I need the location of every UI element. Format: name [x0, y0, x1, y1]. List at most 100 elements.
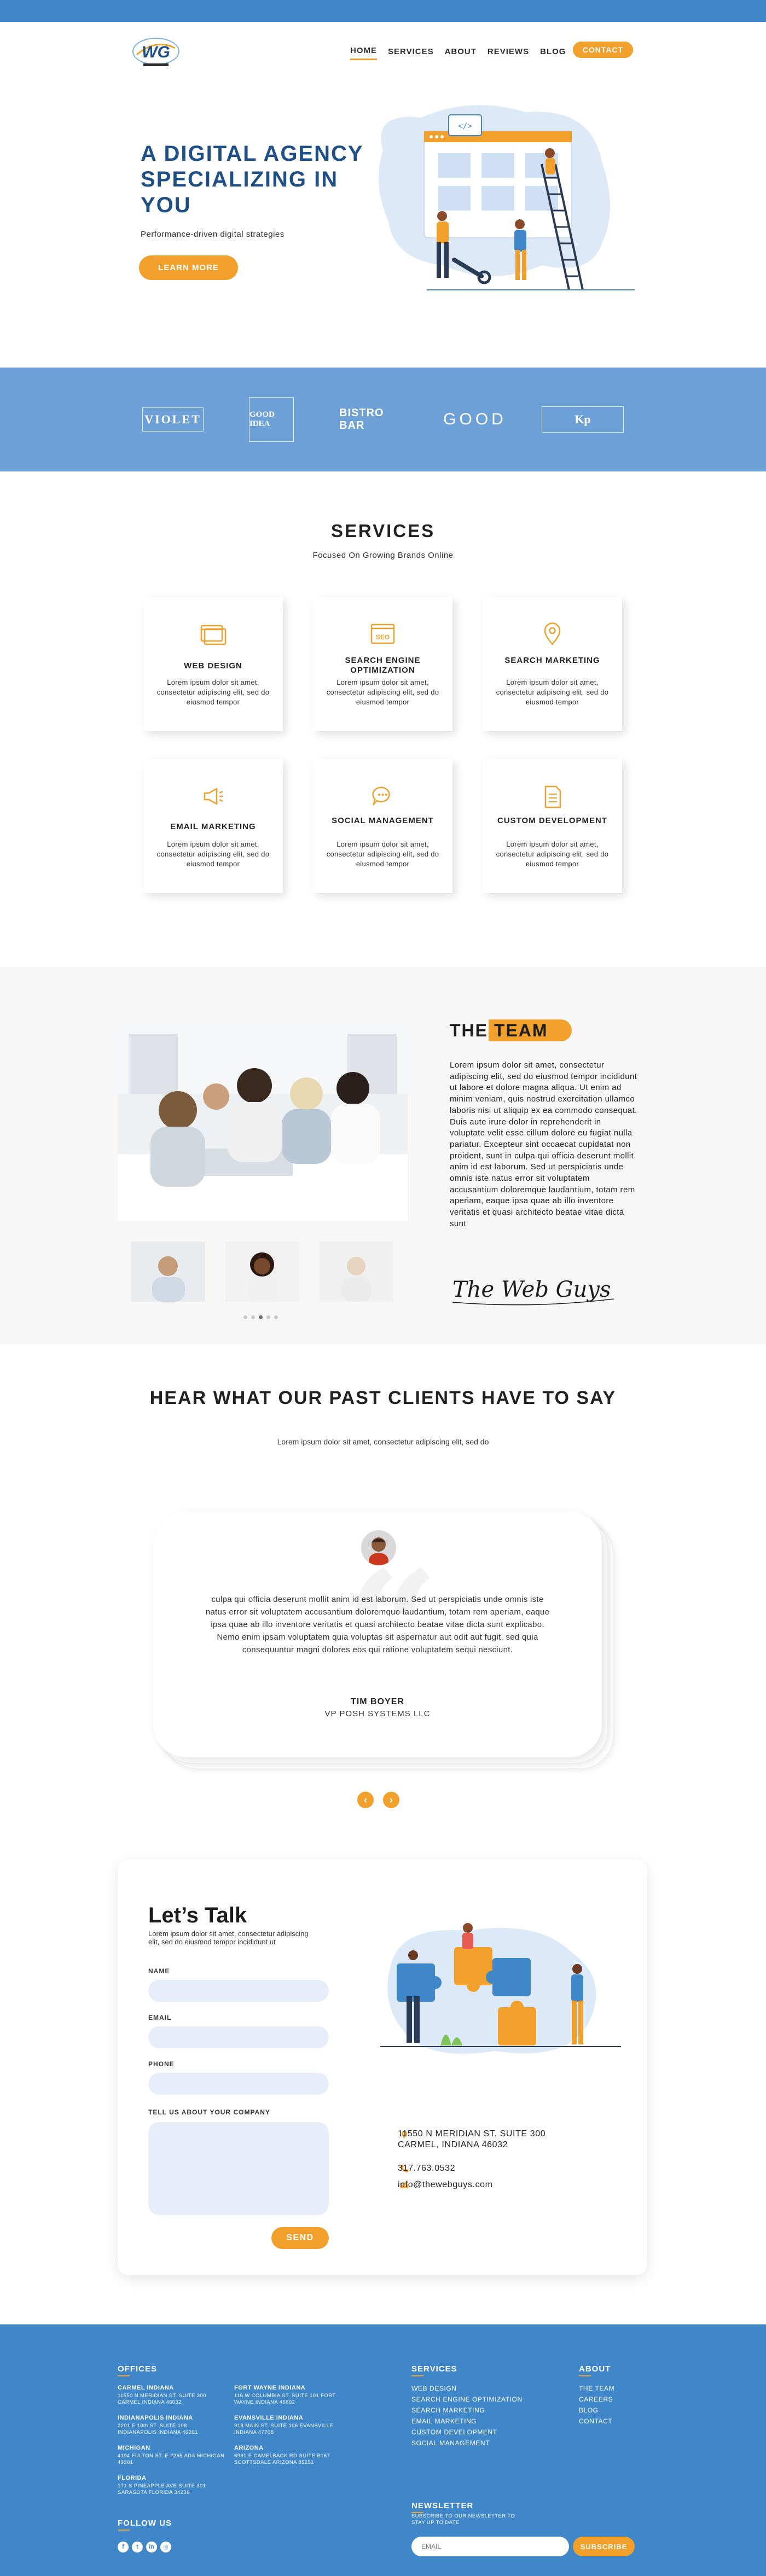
footer-services-title: SERVICES [411, 2364, 457, 2376]
hero-subtitle: Performance-driven digital strategies [141, 230, 285, 239]
footer-link-seo[interactable]: SEARCH ENGINE OPTIMIZATION [411, 2396, 523, 2403]
office-city: INDIANAPOLIS INDIANA [118, 2415, 193, 2421]
next-arrow-icon[interactable]: › [383, 1792, 399, 1808]
footer-link-web-design[interactable]: WEB DESIGN [411, 2385, 457, 2392]
footer-link-social-management[interactable]: SOCIAL MANAGEMENT [411, 2439, 490, 2447]
service-card-seo[interactable]: SEO SEARCH ENGINE OPTIMIZATION Lorem ips… [313, 597, 452, 731]
twitter-icon[interactable]: t [132, 2542, 143, 2552]
learn-more-button[interactable]: LEARN MORE [139, 255, 238, 280]
office-city: FLORIDA [118, 2475, 147, 2481]
contact-card: Let’s Talk Lorem ipsum dolor sit amet, c… [118, 1860, 647, 2275]
service-name: SOCIAL MANAGEMENT [332, 816, 434, 825]
site-footer: OFFICES CARMEL INDIANA 11550 N MERIDIAN … [0, 2324, 766, 2576]
office-city: EVANSVILLE INDIANA [234, 2415, 304, 2421]
chat-icon [372, 786, 390, 806]
service-card-custom-development[interactable]: CUSTOM DEVELOPMENT Lorem ipsum dolor sit… [483, 759, 622, 893]
client-logo-violet: VIOLET [142, 407, 204, 432]
carousel-dots[interactable] [243, 1315, 278, 1319]
footer-offices-title: OFFICES [118, 2364, 158, 2376]
hero-illustration: </> [379, 105, 635, 290]
hero-title: A DIGITAL AGENCY SPECIALIZING IN YOU [141, 142, 363, 217]
contact-address-line-1: 11550 N MERIDIAN ST. SUITE 300 [398, 2129, 546, 2138]
send-button[interactable]: SEND [271, 2227, 329, 2249]
linkedin-icon[interactable]: in [146, 2542, 157, 2552]
subscribe-button[interactable]: SUBSCRIBE [573, 2537, 635, 2556]
name-label: NAME [148, 1967, 170, 1975]
company-logo[interactable]: WG [131, 33, 181, 71]
contact-email[interactable]: info@thewebguys.com [398, 2179, 493, 2190]
office-address: 3201 E 10th ST. SUITE 108 INDIANAPOLIS I… [118, 2423, 198, 2435]
footer-link-email-marketing[interactable]: EMAIL MARKETING [411, 2417, 477, 2425]
footer-link-contact[interactable]: CONTACT [579, 2417, 612, 2425]
browser-icon [200, 625, 227, 645]
client-logo-good: GOOD [443, 410, 507, 428]
nav-about[interactable]: ABOUT [445, 47, 477, 60]
phone-field[interactable] [148, 2073, 329, 2095]
service-card-search-marketing[interactable]: SEARCH MARKETING Lorem ipsum dolor sit a… [483, 597, 622, 731]
service-card-social-management[interactable]: SOCIAL MANAGEMENT Lorem ipsum dolor sit … [313, 759, 452, 893]
svg-text:</>: </> [458, 122, 472, 131]
service-card-web-design[interactable]: WEB DESIGN Lorem ipsum dolor sit amet, c… [143, 597, 283, 731]
service-desc: Lorem ipsum dolor sit amet, consectetur … [156, 678, 270, 706]
document-icon [544, 785, 561, 808]
footer-link-blog[interactable]: BLOG [579, 2406, 599, 2414]
client-logo-bistro-bar: BISTRO BAR [339, 407, 384, 432]
nav-services[interactable]: SERVICES [388, 47, 434, 60]
team-section: THE TEAM Lorem ipsum dolor sit amet, con… [0, 967, 766, 1344]
prev-arrow-icon[interactable]: ‹ [357, 1792, 374, 1808]
office-city: MICHIGAN [118, 2445, 150, 2451]
company-label: TELL US ABOUT YOUR COMPANY [148, 2108, 270, 2116]
contact-button[interactable]: CONTACT [573, 42, 633, 58]
team-member-thumb[interactable] [225, 1242, 299, 1302]
service-name: CUSTOM DEVELOPMENT [497, 816, 608, 825]
service-desc: Lorem ipsum dolor sit amet, consectetur … [496, 678, 609, 706]
team-member-thumb[interactable] [320, 1242, 393, 1302]
testimonials-subtitle: Lorem ipsum dolor sit amet, consectetur … [277, 1437, 489, 1446]
service-desc: Lorem ipsum dolor sit amet, consectetur … [326, 840, 439, 868]
megaphone-icon [204, 787, 223, 806]
seo-icon: SEO [370, 623, 395, 644]
company-textarea[interactable] [148, 2122, 329, 2215]
office-city: ARIZONA [234, 2445, 264, 2451]
footer-link-search-marketing[interactable]: SEARCH MARKETING [411, 2406, 485, 2414]
facebook-icon[interactable]: f [118, 2542, 129, 2552]
footer-about-title: ABOUT [579, 2364, 611, 2376]
main-nav: HOME SERVICES ABOUT REVIEWS BLOG [350, 46, 566, 60]
name-field[interactable] [148, 1980, 329, 2002]
service-name: SEARCH ENGINE OPTIMIZATION [345, 656, 421, 675]
svg-text:The Web Guys: The Web Guys [452, 1277, 611, 1302]
contact-address-line-2: CARMEL, INDIANA 46032 [398, 2140, 508, 2149]
footer-link-the-team[interactable]: THE TEAM [579, 2385, 614, 2392]
service-desc: Lorem ipsum dolor sit amet, consectetur … [496, 840, 609, 868]
services-title: SERVICES [330, 521, 436, 541]
location-pin-icon [544, 622, 561, 645]
nav-blog[interactable]: BLOG [540, 47, 566, 60]
service-desc: Lorem ipsum dolor sit amet, consectetur … [156, 840, 270, 868]
instagram-icon[interactable]: ◎ [160, 2542, 171, 2552]
office-address: 6991 E CAMELBACK RD SUITE B167 SCOTTSDAL… [234, 2453, 330, 2466]
phone-label: PHONE [148, 2060, 175, 2068]
service-name: SEARCH MARKETING [504, 656, 600, 665]
office-address: 11550 N MERIDIAN ST. SUITE 300 CARMEL IN… [118, 2393, 206, 2405]
contact-phone[interactable]: 317.763.0532 [398, 2163, 455, 2174]
service-desc: Lorem ipsum dolor sit amet, consectetur … [326, 678, 439, 706]
team-member-thumb[interactable] [131, 1242, 205, 1302]
newsletter-email-input[interactable] [411, 2537, 569, 2556]
footer-link-careers[interactable]: CAREERS [579, 2396, 613, 2403]
footer-link-custom-development[interactable]: CUSTOM DEVELOPMENT [411, 2428, 497, 2436]
nav-reviews[interactable]: REVIEWS [488, 47, 529, 60]
email-field[interactable] [148, 2026, 329, 2048]
contact-title: Let’s Talk [148, 1903, 247, 1927]
office-city: FORT WAYNE INDIANA [234, 2385, 306, 2391]
service-card-email-marketing[interactable]: EMAIL MARKETING Lorem ipsum dolor sit am… [143, 759, 283, 893]
office-address: 918 MAIN ST. SUITE 106 EVANSVILLE INDIAN… [234, 2423, 333, 2435]
testimonial-quote: culpa qui officia deserunt mollit anim i… [205, 1595, 550, 1654]
puzzle-illustration [380, 1923, 621, 2054]
testimonials-title: HEAR WHAT OUR PAST CLIENTS HAVE TO SAY [149, 1388, 617, 1408]
site-header: WG HOME SERVICES ABOUT REVIEWS BLOG CONT… [0, 22, 766, 82]
team-title: THE TEAM [450, 1021, 548, 1040]
svg-text:WG: WG [142, 43, 170, 61]
nav-home[interactable]: HOME [350, 46, 377, 60]
client-logo-good-idea: GOOD IDEA [249, 397, 294, 442]
email-label: EMAIL [148, 2014, 172, 2021]
